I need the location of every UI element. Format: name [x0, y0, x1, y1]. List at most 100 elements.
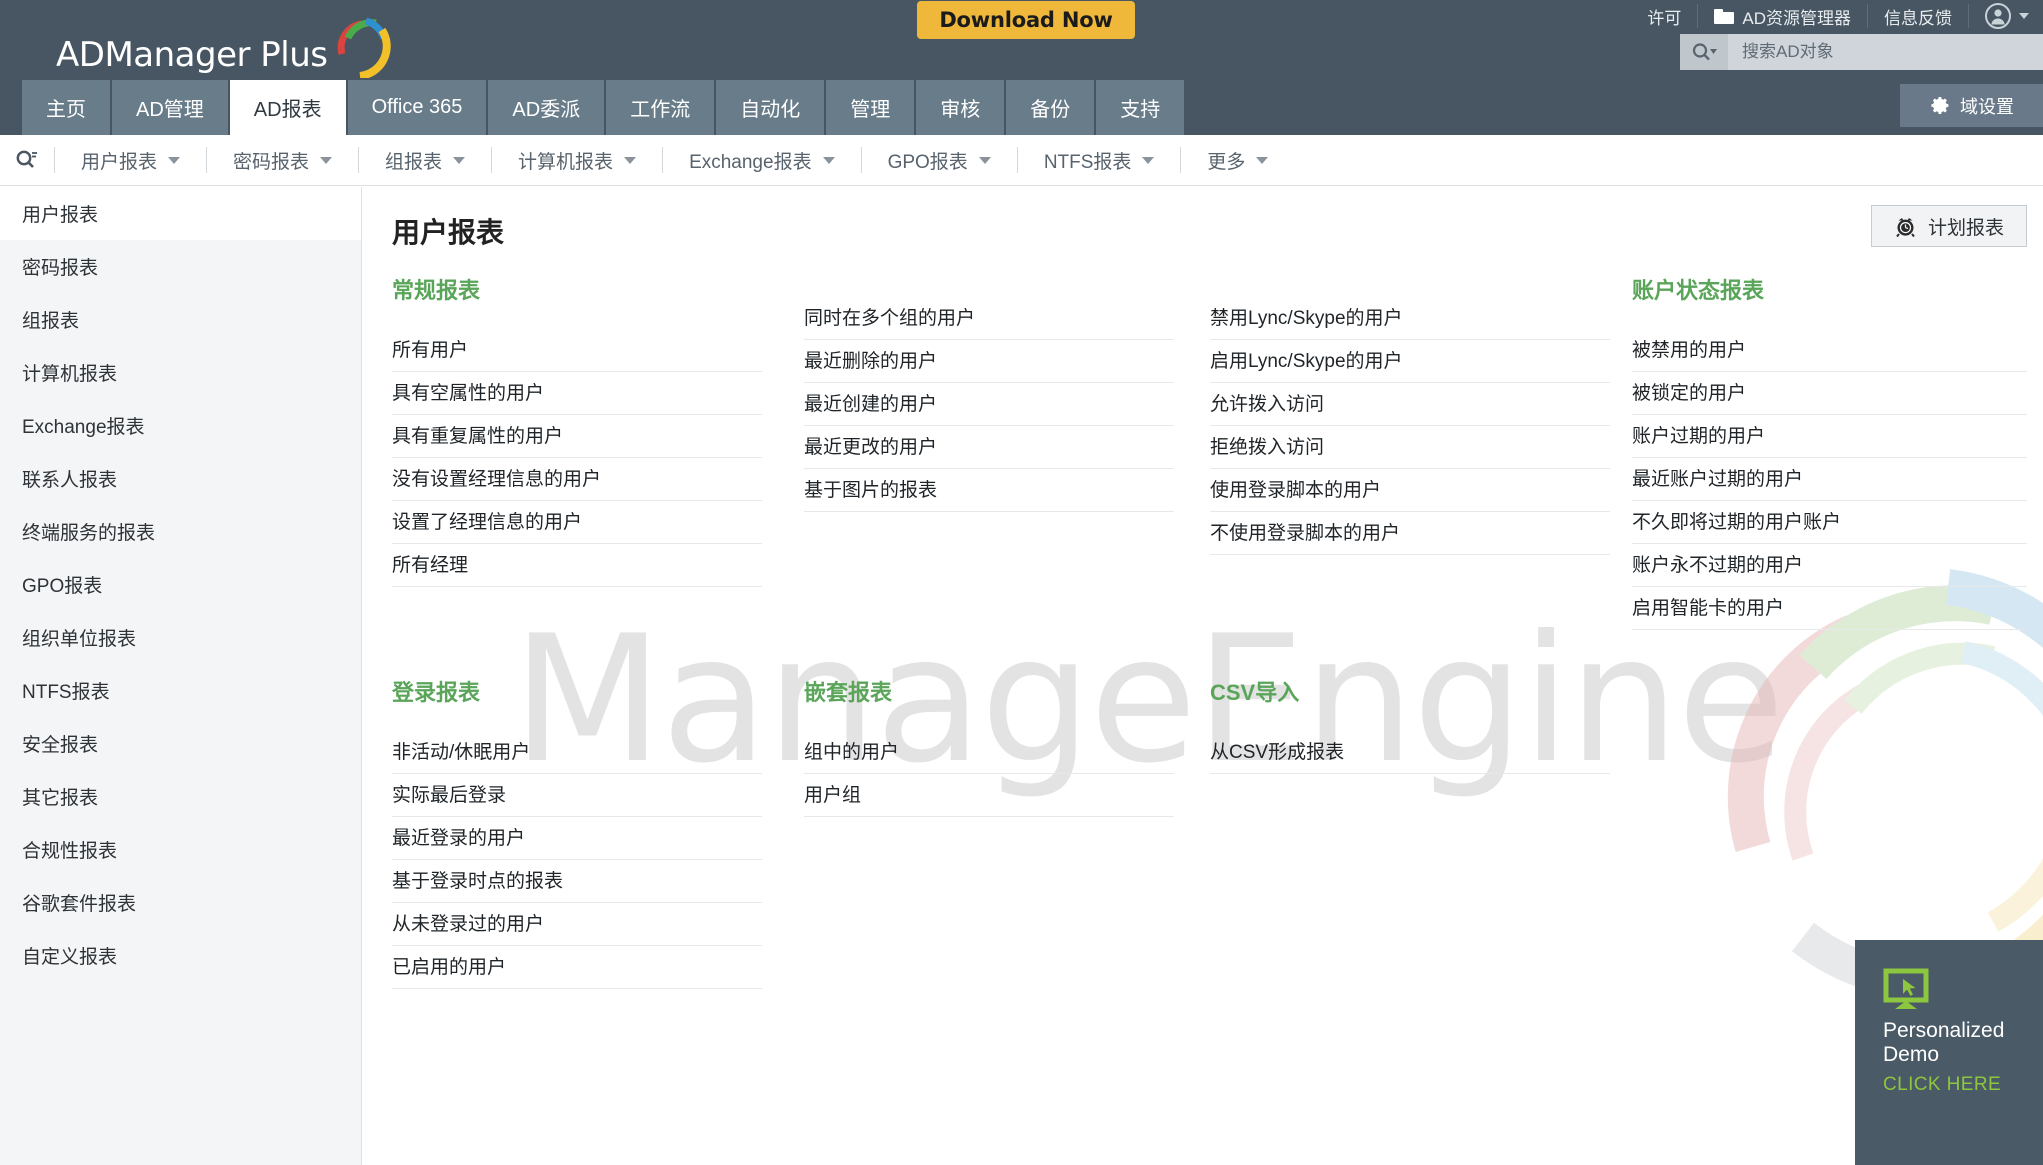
search-input[interactable]	[1728, 34, 2043, 70]
sidebar-item-7[interactable]: GPO报表	[0, 558, 361, 611]
report-link[interactable]: 禁用Lync/Skype的用户	[1210, 297, 1610, 340]
sidebar-item-12[interactable]: 合规性报表	[0, 823, 361, 876]
report-link[interactable]: 启用智能卡的用户	[1632, 587, 2027, 630]
report-link[interactable]: 组中的用户	[804, 731, 1174, 774]
sidebar-item-9[interactable]: NTFS报表	[0, 664, 361, 717]
report-link-list: 非活动/休眠用户 实际最后登录 最近登录的用户 基于登录时点的报表 从未登录过的用户 已启…	[392, 731, 762, 989]
promo-cta-link[interactable]: CLICK HERE	[1883, 1074, 2043, 1096]
tab-2[interactable]: AD报表	[229, 80, 346, 135]
subnav-search-icon[interactable]	[0, 135, 54, 186]
sidebar-item-4[interactable]: Exchange报表	[0, 399, 361, 452]
report-section-title: CSV导入	[1210, 680, 1300, 705]
feedback-link[interactable]: 信息反馈	[1868, 4, 1969, 28]
report-link[interactable]: 不久即将过期的用户账户	[1632, 501, 2027, 544]
report-section-3: 账户状态报表 被禁用的用户 被锁定的用户 账户过期的用户 最近账户过期的用户 不久即将过期…	[1632, 273, 2027, 630]
product-logo[interactable]: ADManager Plus	[56, 16, 392, 80]
tab-7[interactable]: 管理	[826, 80, 915, 135]
report-link[interactable]: 具有空属性的用户	[392, 372, 762, 415]
report-section-5: 嵌套报表 组中的用户 用户组	[804, 675, 1174, 817]
report-link[interactable]: 不使用登录脚本的用户	[1210, 512, 1610, 555]
alarm-clock-icon	[1894, 215, 1917, 238]
report-link[interactable]: 账户永不过期的用户	[1632, 544, 2027, 587]
license-link[interactable]: 许可	[1631, 4, 1699, 28]
promo-title-line1: Personalized	[1883, 1019, 2005, 1042]
tab-0[interactable]: 主页	[22, 80, 110, 135]
report-link[interactable]: 最近更改的用户	[804, 426, 1174, 469]
personalized-demo-promo[interactable]: Personalized Demo CLICK HERE	[1855, 940, 2043, 1165]
tab-3[interactable]: Office 365	[347, 80, 487, 135]
report-link[interactable]: 启用Lync/Skype的用户	[1210, 340, 1610, 383]
report-section-0: 常规报表 所有用户 具有空属性的用户 具有重复属性的用户 没有设置经理信息的用户 设置了经…	[392, 273, 762, 587]
report-link[interactable]: 用户组	[804, 774, 1174, 817]
subnav-item-1[interactable]: 密码报表	[207, 135, 358, 186]
global-search	[1680, 34, 2043, 70]
report-link[interactable]: 实际最后登录	[392, 774, 762, 817]
report-sections: 常规报表 所有用户 具有空属性的用户 具有重复属性的用户 没有设置经理信息的用户 设置了经…	[362, 249, 2043, 1165]
sidebar-item-label: 终端服务的报表	[22, 523, 156, 544]
report-link[interactable]: 账户过期的用户	[1632, 415, 2027, 458]
sidebar-item-10[interactable]: 安全报表	[0, 717, 361, 770]
report-link-list: 所有用户 具有空属性的用户 具有重复属性的用户 没有设置经理信息的用户 设置了经理信息的…	[392, 329, 762, 587]
report-link[interactable]: 最近创建的用户	[804, 383, 1174, 426]
report-link[interactable]: 同时在多个组的用户	[804, 297, 1174, 340]
subnav-item-7[interactable]: 更多	[1181, 135, 1294, 186]
download-now-button[interactable]: Download Now	[917, 1, 1135, 39]
sidebar-item-label: GPO报表	[22, 576, 103, 597]
report-link[interactable]: 拒绝拨入访问	[1210, 426, 1610, 469]
sidebar-item-0[interactable]: 用户报表	[0, 187, 361, 240]
ad-explorer-link[interactable]: AD资源管理器	[1698, 4, 1868, 28]
subnav-item-3[interactable]: 计算机报表	[492, 135, 662, 186]
sidebar-item-label: 用户报表	[22, 205, 99, 226]
tab-6[interactable]: 自动化	[716, 80, 825, 135]
report-link[interactable]: 最近登录的用户	[392, 817, 762, 860]
subnav-item-2[interactable]: 组报表	[359, 135, 491, 186]
report-link[interactable]: 所有用户	[392, 329, 762, 372]
report-link[interactable]: 最近账户过期的用户	[1632, 458, 2027, 501]
report-link[interactable]: 基于登录时点的报表	[392, 860, 762, 903]
search-icon[interactable]	[1680, 34, 1728, 70]
report-link[interactable]: 从CSV形成报表	[1210, 731, 1610, 774]
tab-8[interactable]: 审核	[916, 80, 1005, 135]
subnav-item-6[interactable]: NTFS报表	[1018, 135, 1181, 186]
report-link[interactable]: 没有设置经理信息的用户	[392, 458, 762, 501]
schedule-reports-label: 计划报表	[1927, 217, 2004, 239]
sidebar-item-3[interactable]: 计算机报表	[0, 346, 361, 399]
tab-4[interactable]: AD委派	[488, 80, 605, 135]
top-right-links: 许可 AD资源管理器 信息反馈	[1631, 0, 2043, 32]
report-link[interactable]: 所有经理	[392, 544, 762, 587]
subnav-item-4[interactable]: Exchange报表	[663, 135, 861, 186]
report-link[interactable]: 基于图片的报表	[804, 469, 1174, 512]
sidebar-item-11[interactable]: 其它报表	[0, 770, 361, 823]
report-link[interactable]: 允许拨入访问	[1210, 383, 1610, 426]
tab-9[interactable]: 备份	[1006, 80, 1095, 135]
subnav-item-0[interactable]: 用户报表	[55, 135, 206, 186]
sidebar-item-2[interactable]: 组报表	[0, 293, 361, 346]
schedule-reports-button[interactable]: 计划报表	[1870, 205, 2027, 247]
sidebar-item-6[interactable]: 终端服务的报表	[0, 505, 361, 558]
domain-settings-button[interactable]: 域设置	[1900, 84, 2043, 127]
report-link[interactable]: 非活动/休眠用户	[392, 731, 762, 774]
report-link[interactable]: 使用登录脚本的用户	[1210, 469, 1610, 512]
report-link[interactable]: 被锁定的用户	[1632, 372, 2027, 415]
sidebar-item-14[interactable]: 自定义报表	[0, 929, 361, 982]
subnav-item-label: 计算机报表	[518, 151, 614, 173]
subnav-item-5[interactable]: GPO报表	[862, 135, 1017, 186]
sidebar-item-8[interactable]: 组织单位报表	[0, 611, 361, 664]
user-account-menu[interactable]	[1969, 3, 2043, 29]
report-link[interactable]: 从未登录过的用户	[392, 903, 762, 946]
report-link[interactable]: 具有重复属性的用户	[392, 415, 762, 458]
report-link-list: 从CSV形成报表	[1210, 731, 1610, 774]
report-link[interactable]: 被禁用的用户	[1632, 329, 2027, 372]
tab-10[interactable]: 支持	[1096, 80, 1185, 135]
subnav-item-label: 密码报表	[233, 151, 310, 173]
report-link[interactable]: 设置了经理信息的用户	[392, 501, 762, 544]
chevron-down-icon	[624, 156, 637, 164]
report-link-list: 禁用Lync/Skype的用户 启用Lync/Skype的用户 允许拨入访问 拒绝拨入…	[1210, 297, 1610, 555]
report-link[interactable]: 已启用的用户	[392, 946, 762, 989]
report-link[interactable]: 最近删除的用户	[804, 340, 1174, 383]
sidebar-item-5[interactable]: 联系人报表	[0, 452, 361, 505]
tab-1[interactable]: AD管理	[112, 80, 228, 135]
sidebar-item-13[interactable]: 谷歌套件报表	[0, 876, 361, 929]
tab-5[interactable]: 工作流	[606, 80, 715, 135]
sidebar-item-1[interactable]: 密码报表	[0, 240, 361, 293]
